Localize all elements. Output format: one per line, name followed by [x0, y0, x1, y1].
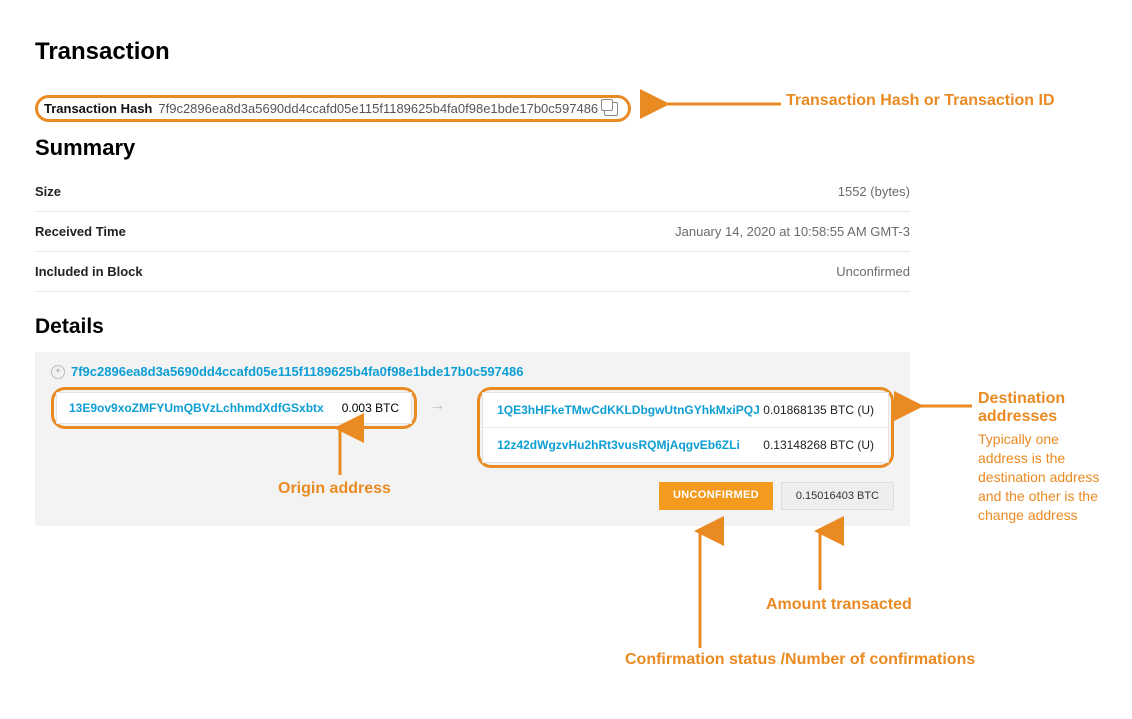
annotation-origin-label: Origin address [278, 480, 391, 498]
origin-address-link[interactable]: 13E9ov9xoZMFYUmQBVzLchhmdXdfGSxbtx [69, 401, 324, 415]
destination-table: 1QE3hHFkeTMwCdKKLDbgwUtnGYhkMxiPQJ 0.018… [482, 392, 889, 463]
destination-amount: 0.13148268 BTC (U) [763, 438, 874, 452]
total-amount-badge: 0.15016403 BTC [781, 482, 894, 510]
annotation-arrow-icon [910, 396, 978, 416]
copy-icon[interactable] [604, 102, 618, 116]
summary-label: Included in Block [35, 264, 143, 279]
annotation-destination-label: Destination addresses [978, 390, 1132, 426]
summary-label: Received Time [35, 224, 126, 239]
arrow-right-icon: → [429, 387, 445, 415]
details-tx-header: + 7f9c2896ea8d3a5690dd4ccafd05e115f11896… [51, 364, 894, 387]
annotation-arrow-icon [690, 523, 710, 653]
confirmation-status-badge: UNCONFIRMED [659, 482, 773, 510]
origin-highlight: 13E9ov9xoZMFYUmQBVzLchhmdXdfGSxbtx 0.003… [51, 387, 417, 429]
summary-label: Size [35, 184, 61, 199]
transaction-hash-row: Transaction Hash 7f9c2896ea8d3a5690dd4cc… [35, 95, 631, 122]
details-title: Details [35, 315, 104, 339]
destination-address-link[interactable]: 1QE3hHFkeTMwCdKKLDbgwUtnGYhkMxiPQJ [497, 403, 760, 417]
destination-row: 12z42dWgzvHu2hRt3vusRQMjAqgvEb6ZLi 0.131… [483, 428, 888, 462]
summary-value: January 14, 2020 at 10:58:55 AM GMT-3 [675, 224, 910, 239]
details-tx-link[interactable]: 7f9c2896ea8d3a5690dd4ccafd05e115f1189625… [71, 364, 523, 379]
annotation-hash-label: Transaction Hash or Transaction ID [786, 92, 1055, 110]
summary-row-included-block: Included in Block Unconfirmed [35, 252, 910, 292]
annotation-destination-sub: Typically one address is the destination… [978, 430, 1108, 524]
summary-table: Size 1552 (bytes) Received Time January … [35, 172, 910, 292]
origin-amount: 0.003 BTC [342, 401, 399, 415]
annotation-amount-label: Amount transacted [766, 596, 912, 614]
details-flow: 13E9ov9xoZMFYUmQBVzLchhmdXdfGSxbtx 0.003… [51, 387, 894, 468]
transaction-hash-value: 7f9c2896ea8d3a5690dd4ccafd05e115f1189625… [158, 101, 598, 116]
destination-row: 1QE3hHFkeTMwCdKKLDbgwUtnGYhkMxiPQJ 0.018… [483, 393, 888, 428]
annotation-status-label: Confirmation status /Number of confirmat… [625, 651, 975, 669]
summary-row-received-time: Received Time January 14, 2020 at 10:58:… [35, 212, 910, 252]
summary-row-size: Size 1552 (bytes) [35, 172, 910, 212]
annotation-arrow-icon [810, 523, 830, 595]
origin-card: 13E9ov9xoZMFYUmQBVzLchhmdXdfGSxbtx 0.003… [56, 392, 412, 424]
page-title: Transaction [35, 38, 170, 66]
annotation-arrow-icon [656, 94, 786, 114]
status-row: UNCONFIRMED 0.15016403 BTC [51, 468, 894, 510]
destination-address-link[interactable]: 12z42dWgzvHu2hRt3vusRQMjAqgvEb6ZLi [497, 438, 740, 452]
summary-value: 1552 (bytes) [838, 184, 910, 199]
annotation-arrow-icon [330, 420, 350, 480]
transaction-hash-label: Transaction Hash [44, 101, 152, 116]
destination-highlight: 1QE3hHFkeTMwCdKKLDbgwUtnGYhkMxiPQJ 0.018… [477, 387, 894, 468]
summary-value: Unconfirmed [836, 264, 910, 279]
expand-icon[interactable]: + [51, 365, 65, 379]
destination-amount: 0.01868135 BTC (U) [763, 403, 874, 417]
details-box: + 7f9c2896ea8d3a5690dd4ccafd05e115f11896… [35, 352, 910, 526]
summary-title: Summary [35, 135, 135, 161]
